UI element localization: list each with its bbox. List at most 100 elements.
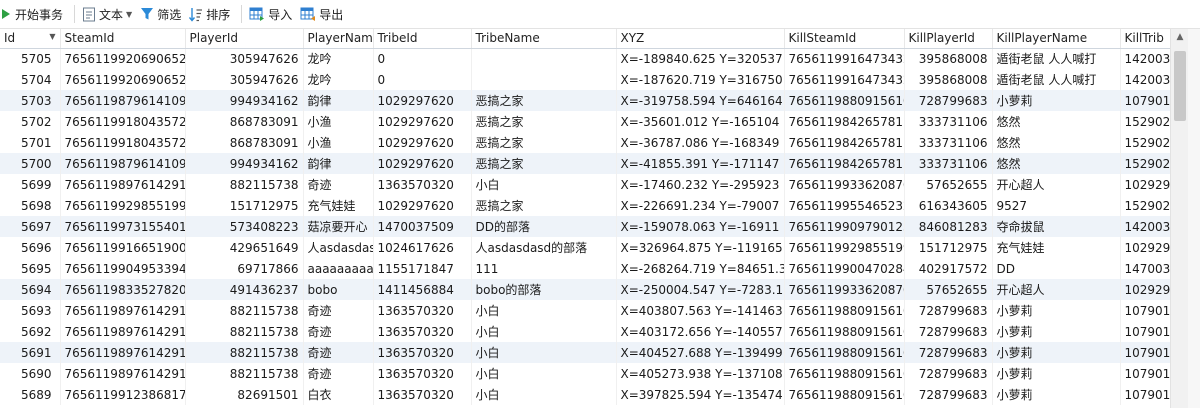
- table-cell[interactable]: 小渔: [303, 111, 374, 132]
- table-cell[interactable]: 1363570320: [373, 342, 472, 363]
- table-cell[interactable]: X=-268264.719 Y=84651.3: [616, 258, 785, 279]
- table-cell[interactable]: 1029297620: [373, 153, 472, 174]
- table-cell[interactable]: 76561198809156103: [784, 300, 905, 321]
- table-cell[interactable]: 152902: [1120, 153, 1170, 174]
- table-cell[interactable]: 57652655: [904, 279, 993, 300]
- table-cell[interactable]: 小渔: [303, 132, 374, 153]
- table-row[interactable]: 5692 76561198976142915 882115738 奇迹 13635703…: [0, 321, 1170, 342]
- table-cell[interactable]: 76561198976142915: [60, 321, 186, 342]
- table-cell[interactable]: 102929: [1120, 237, 1170, 258]
- table-cell[interactable]: 994934162: [185, 90, 304, 111]
- table-cell[interactable]: 152902: [1120, 195, 1170, 216]
- table-cell[interactable]: 悠然: [992, 153, 1121, 174]
- column-header-killtribe[interactable]: KillTrib: [1120, 29, 1170, 49]
- table-cell[interactable]: 奇迹: [303, 321, 374, 342]
- table-cell[interactable]: 76561198976142915: [60, 363, 186, 384]
- table-cell[interactable]: 305947626: [185, 69, 304, 90]
- table-cell[interactable]: 846081283: [904, 216, 993, 237]
- table-cell[interactable]: 76561199731554013: [60, 216, 186, 237]
- table-cell[interactable]: 1155171847: [373, 258, 472, 279]
- table-cell[interactable]: 韵律: [303, 153, 374, 174]
- scroll-up-icon[interactable]: ▲: [1171, 29, 1189, 45]
- table-cell[interactable]: 728799683: [904, 90, 993, 111]
- table-cell[interactable]: 0: [373, 69, 472, 90]
- table-cell[interactable]: 5691: [0, 342, 61, 363]
- table-cell[interactable]: X=-41855.391 Y=-171147: [616, 153, 785, 174]
- table-cell[interactable]: 76561198426578111: [784, 132, 905, 153]
- table-cell[interactable]: 5702: [0, 111, 61, 132]
- table-cell[interactable]: 小白: [471, 174, 617, 195]
- table-cell[interactable]: X=-35601.012 Y=-165104: [616, 111, 785, 132]
- table-cell[interactable]: 5696: [0, 237, 61, 258]
- table-cell[interactable]: 76561199336208708: [784, 174, 905, 195]
- column-header-killplayerid[interactable]: KillPlayerId: [904, 29, 993, 49]
- table-cell[interactable]: 76561198796141098: [60, 153, 186, 174]
- table-row[interactable]: 5689 76561199123868179 82691501 白衣 136357032…: [0, 384, 1170, 405]
- table-cell[interactable]: 奇迹: [303, 342, 374, 363]
- table-cell[interactable]: X=-319758.594 Y=646164: [616, 90, 785, 111]
- table-row[interactable]: 5690 76561198976142915 882115738 奇迹 13635703…: [0, 363, 1170, 384]
- table-cell[interactable]: 1363570320: [373, 363, 472, 384]
- table-cell[interactable]: 遁街老鼠 人人喊打: [992, 69, 1121, 90]
- table-cell[interactable]: 小萝莉: [992, 300, 1121, 321]
- import-button[interactable]: 导入: [247, 3, 298, 25]
- table-cell[interactable]: 333731106: [904, 111, 993, 132]
- table-cell[interactable]: 76561198809156103: [784, 90, 905, 111]
- table-cell[interactable]: 5698: [0, 195, 61, 216]
- table-cell[interactable]: 奇迹: [303, 363, 374, 384]
- table-cell[interactable]: 107901: [1120, 363, 1170, 384]
- table-cell[interactable]: X=-226691.234 Y=-79007: [616, 195, 785, 216]
- table-cell[interactable]: 728799683: [904, 363, 993, 384]
- table-cell[interactable]: 小白: [471, 342, 617, 363]
- table-cell[interactable]: 恶搞之家: [471, 153, 617, 174]
- table-cell[interactable]: 充气娃娃: [992, 237, 1121, 258]
- column-header-killsteamid[interactable]: KillSteamId: [784, 29, 905, 49]
- table-cell[interactable]: 395868008: [904, 48, 993, 69]
- table-row[interactable]: 5700 76561198796141098 994934162 韵律 10292976…: [0, 153, 1170, 174]
- table-cell[interactable]: 5703: [0, 90, 61, 111]
- table-row[interactable]: 5698 76561199298551996 151712975 充气娃娃 102929…: [0, 195, 1170, 216]
- table-cell[interactable]: 395868008: [904, 69, 993, 90]
- table-cell[interactable]: 5705: [0, 48, 61, 69]
- table-cell[interactable]: 5699: [0, 174, 61, 195]
- table-cell[interactable]: 小白: [471, 321, 617, 342]
- table-cell[interactable]: 76561198796141098: [60, 90, 186, 111]
- table-cell[interactable]: 151712975: [904, 237, 993, 258]
- table-cell[interactable]: 76561199123868179: [60, 384, 186, 405]
- table-cell[interactable]: 76561198335278207: [60, 279, 186, 300]
- table-cell[interactable]: 76561199166519001: [60, 237, 186, 258]
- table-cell[interactable]: 76561199206906520: [60, 69, 186, 90]
- table-row[interactable]: 569676561199166519001429651649人asdasdasd…: [0, 237, 1170, 258]
- table-cell[interactable]: 5697: [0, 216, 61, 237]
- table-cell[interactable]: 573408223: [185, 216, 304, 237]
- table-cell[interactable]: X=403807.563 Y=-141463: [616, 300, 785, 321]
- table-cell[interactable]: 152902: [1120, 132, 1170, 153]
- table-cell[interactable]: 76561199164734323: [784, 48, 905, 69]
- table-cell[interactable]: 142003: [1120, 69, 1170, 90]
- table-cell[interactable]: 小萝莉: [992, 363, 1121, 384]
- table-cell[interactable]: 616343605: [904, 195, 993, 216]
- table-cell[interactable]: 龙吟: [303, 48, 374, 69]
- table-cell[interactable]: 147003: [1120, 258, 1170, 279]
- table-cell[interactable]: 1470037509: [373, 216, 472, 237]
- table-cell[interactable]: 728799683: [904, 384, 993, 405]
- table-cell[interactable]: 奇迹: [303, 174, 374, 195]
- table-cell[interactable]: 868783091: [185, 111, 304, 132]
- table-cell[interactable]: 152902: [1120, 111, 1170, 132]
- filter-button[interactable]: 筛选: [138, 3, 187, 25]
- table-cell[interactable]: 142003: [1120, 48, 1170, 69]
- table-cell[interactable]: X=-17460.232 Y=-295923: [616, 174, 785, 195]
- table-cell[interactable]: 5695: [0, 258, 61, 279]
- table-cell[interactable]: 5693: [0, 300, 61, 321]
- table-cell[interactable]: 小白: [471, 384, 617, 405]
- table-cell[interactable]: 76561199049533944: [60, 258, 186, 279]
- table-cell[interactable]: 恶搞之家: [471, 90, 617, 111]
- table-cell[interactable]: 充气娃娃: [303, 195, 374, 216]
- table-cell[interactable]: 76561198809156103: [784, 363, 905, 384]
- text-view-button[interactable]: 文本 ▼: [80, 3, 138, 25]
- table-cell[interactable]: 小萝莉: [992, 384, 1121, 405]
- table-cell[interactable]: 5689: [0, 384, 61, 405]
- column-header-playerid[interactable]: PlayerId: [185, 29, 304, 49]
- table-cell[interactable]: X=397825.594 Y=-135474: [616, 384, 785, 405]
- table-cell[interactable]: 小萝莉: [992, 342, 1121, 363]
